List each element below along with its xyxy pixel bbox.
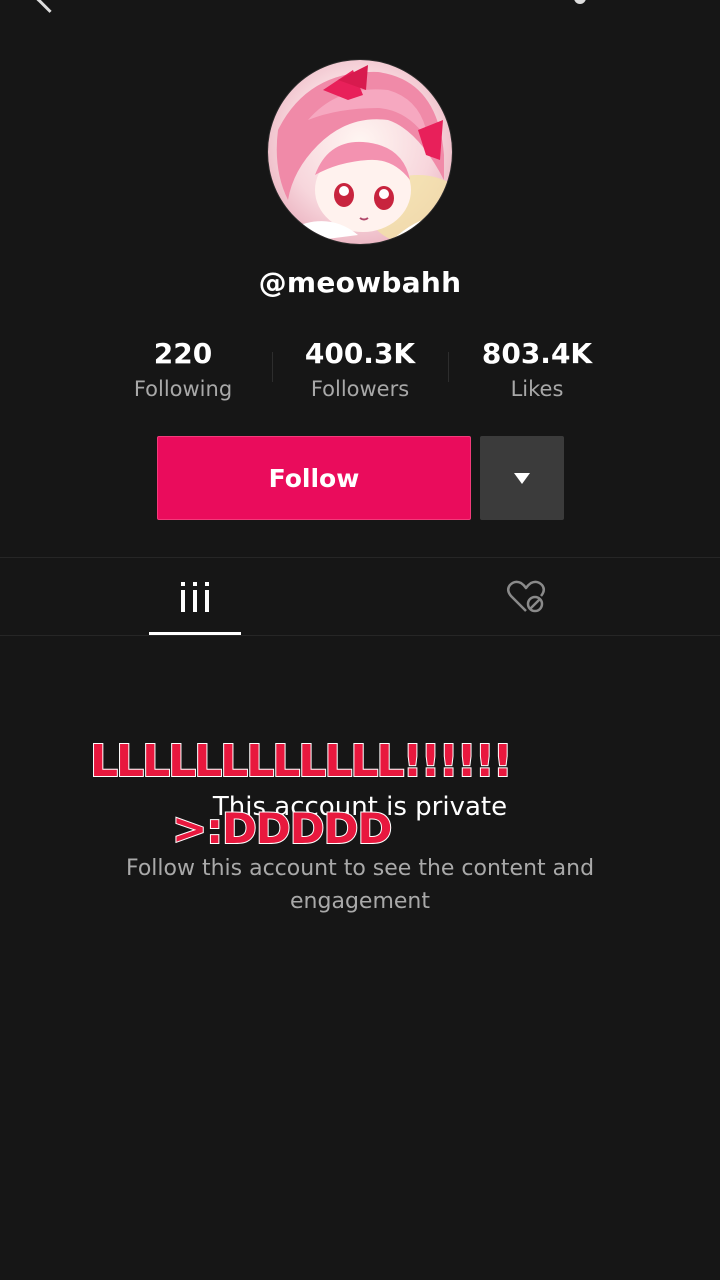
stat-divider	[448, 352, 449, 382]
anime-avatar-icon	[268, 60, 452, 244]
overlay-caption-line1: LLLLLLLLLLLL!!!!!!	[89, 735, 514, 788]
stat-likes-value: 803.4K	[481, 337, 593, 370]
more-options-button[interactable]	[480, 436, 564, 520]
stat-followers[interactable]: 400.3K Followers	[275, 336, 445, 402]
stat-following-label: Following	[133, 377, 233, 401]
tab-liked[interactable]	[480, 558, 572, 636]
divider	[0, 557, 720, 558]
back-arrow-icon[interactable]	[36, 0, 63, 13]
stat-divider	[272, 352, 273, 382]
liked-hidden-icon	[507, 580, 545, 613]
stat-likes[interactable]: 803.4K Likes	[452, 336, 622, 402]
stat-followers-value: 400.3K	[304, 337, 416, 370]
stat-following[interactable]: 220 Following	[98, 336, 268, 402]
stat-likes-label: Likes	[510, 377, 564, 401]
username: @meowbahh	[258, 266, 462, 299]
private-description: Follow this account to see the content a…	[125, 856, 595, 914]
follow-button[interactable]: Follow	[157, 436, 471, 520]
profile-page: @meowbahh 220 Following 400.3K Followers…	[0, 0, 720, 1280]
divider	[0, 635, 720, 636]
overlay-caption-line2: >:DDDDD	[171, 803, 393, 854]
stat-followers-label: Followers	[310, 377, 410, 401]
tab-videos[interactable]	[149, 558, 241, 636]
caret-down-icon	[514, 472, 530, 484]
videos-grid-icon	[181, 582, 209, 612]
avatar[interactable]	[268, 60, 452, 244]
menu-icon[interactable]	[574, 0, 586, 4]
stat-following-value: 220	[153, 337, 213, 370]
